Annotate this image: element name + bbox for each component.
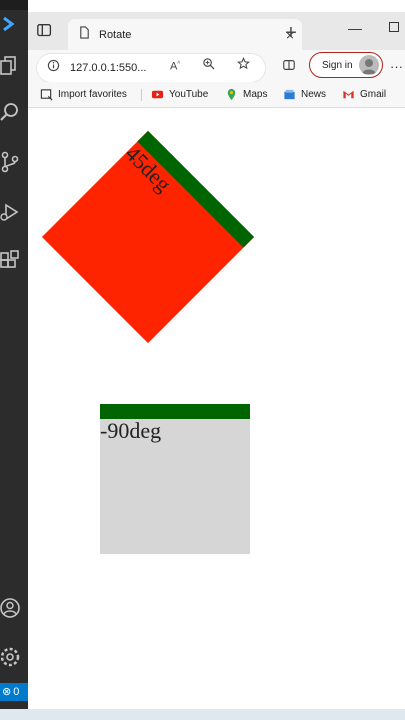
sign-in-button[interactable]: Sign in (309, 52, 383, 78)
favorite-label: Gmail (360, 88, 387, 100)
maximize-button[interactable] (389, 22, 399, 32)
maps-pin-icon (224, 87, 238, 101)
search-icon[interactable] (0, 98, 28, 126)
browser-window: Rotate × + — 127.0.0.1:550... Aᴬ Sign in (28, 12, 405, 709)
tab-rotate[interactable]: Rotate × (68, 19, 302, 50)
explorer-icon[interactable] (0, 52, 28, 80)
page-viewport: 45deg -90deg (28, 108, 405, 709)
address-bar[interactable]: 127.0.0.1:550... (37, 54, 265, 82)
source-control-icon[interactable] (0, 148, 28, 176)
split-screen-icon[interactable] (280, 58, 298, 76)
zoom-icon[interactable] (201, 57, 215, 71)
favorite-maps[interactable]: Maps (224, 87, 267, 101)
tab-title: Rotate (99, 28, 132, 41)
extensions-icon[interactable] (0, 247, 28, 275)
new-tab-button[interactable]: + (279, 22, 303, 44)
account-icon[interactable] (0, 594, 28, 622)
box-label: -90deg (100, 418, 162, 443)
favorite-youtube[interactable]: YouTube (150, 87, 208, 101)
rotated-box-45: 45deg (41, 130, 255, 344)
address-url: 127.0.0.1:550... (70, 62, 147, 74)
favorite-label: Maps (243, 88, 268, 100)
favorite-news[interactable]: News (282, 87, 326, 101)
news-icon (282, 87, 296, 101)
tab-actions-button[interactable] (36, 22, 58, 42)
rotated-box-neg90: -90deg (100, 404, 250, 554)
import-icon (39, 87, 53, 101)
status-problems[interactable]: ⊗ 0 (0, 683, 28, 701)
favorites-divider (141, 89, 142, 101)
gmail-icon (341, 87, 355, 101)
vscode-logo-icon (0, 10, 28, 38)
sign-in-label: Sign in (322, 59, 353, 71)
activity-bar: ⊗ 0 (0, 0, 28, 720)
more-menu-button[interactable]: ··· (390, 59, 403, 74)
avatar-icon (359, 55, 379, 75)
settings-gear-icon[interactable] (0, 643, 28, 671)
youtube-icon (150, 87, 164, 101)
error-count: 0 (13, 686, 20, 698)
run-debug-icon[interactable] (0, 198, 28, 226)
info-icon[interactable] (47, 59, 60, 77)
favorite-import[interactable]: Import favorites (39, 87, 127, 101)
tab-strip: Rotate × + — (28, 12, 405, 50)
minimize-button[interactable]: — (348, 20, 362, 36)
favorite-star-icon[interactable] (236, 57, 250, 71)
favorite-label: Import favorites (58, 88, 127, 100)
error-icon: ⊗ (2, 686, 12, 698)
taskbar-strip (0, 709, 405, 720)
title-strip (0, 0, 28, 10)
box-label: 45deg (120, 140, 177, 197)
page-icon (78, 25, 91, 44)
read-aloud-icon[interactable]: Aᴬ (168, 57, 182, 73)
favorite-label: News (301, 88, 327, 100)
favorite-gmail[interactable]: Gmail (341, 87, 386, 101)
favorites-bar: Import favorites YouTube Maps News Gmail (28, 82, 405, 108)
favorite-label: YouTube (169, 88, 209, 100)
